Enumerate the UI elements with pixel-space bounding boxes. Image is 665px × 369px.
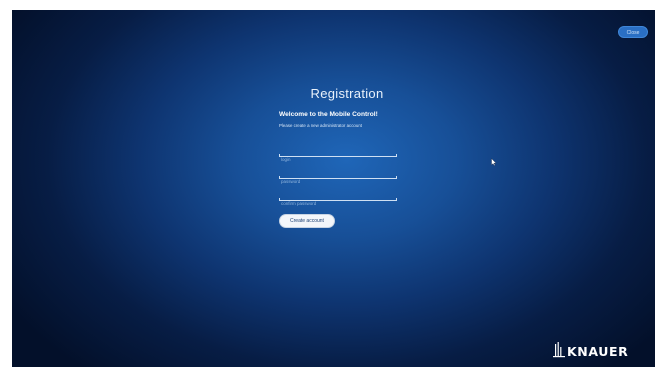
confirm-password-input[interactable] <box>279 199 397 208</box>
login-field <box>279 148 397 164</box>
welcome-heading: Welcome to the Mobile Control! <box>279 111 378 118</box>
brand-name: KNAUER <box>567 344 629 359</box>
instructions-text: Please create a new administrator accoun… <box>279 123 362 128</box>
create-account-button[interactable]: Create account <box>279 214 335 228</box>
registration-screen: Close Registration Welcome to the Mobile… <box>12 10 655 367</box>
password-field <box>279 170 397 186</box>
confirm-password-field <box>279 192 397 208</box>
knauer-logo: KNAUER <box>552 342 628 358</box>
close-button[interactable]: Close <box>618 26 648 38</box>
password-input[interactable] <box>279 177 397 186</box>
page-title: Registration <box>310 86 384 101</box>
mouse-cursor-icon <box>491 158 497 166</box>
knauer-mark-icon <box>553 342 565 358</box>
login-input[interactable] <box>279 155 397 164</box>
